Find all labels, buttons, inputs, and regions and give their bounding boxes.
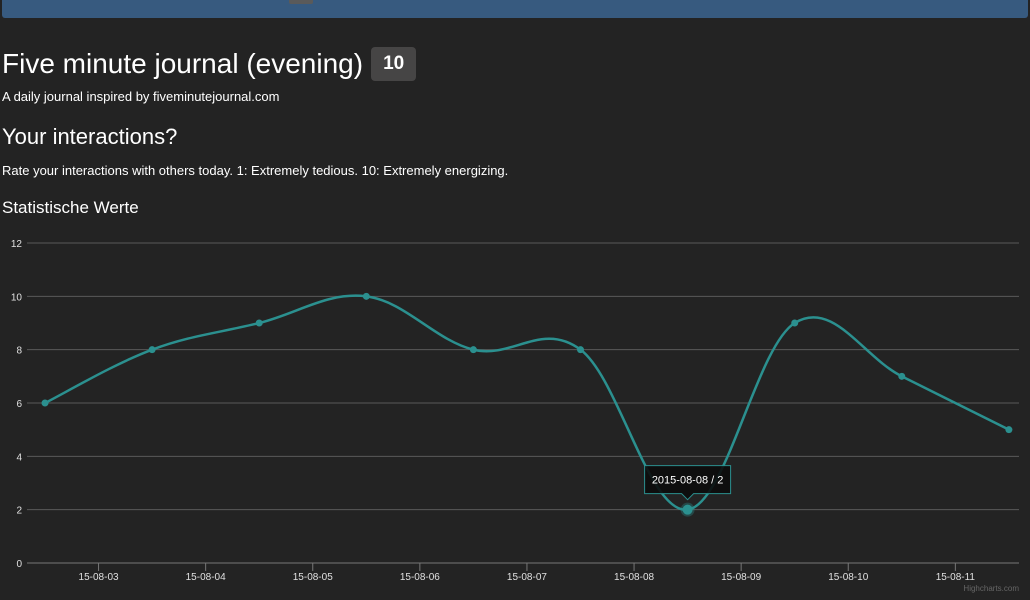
y-tick-label: 8 <box>16 346 22 357</box>
data-point[interactable] <box>898 372 906 380</box>
y-tick-label: 2 <box>16 506 22 517</box>
y-tick-label: 10 <box>11 292 23 303</box>
credits-link[interactable]: Highcharts.com <box>963 584 1019 593</box>
data-point[interactable] <box>255 319 263 327</box>
y-tick-label: 4 <box>16 452 22 463</box>
data-point[interactable] <box>148 346 156 354</box>
x-tick-label: 15-08-10 <box>828 572 868 583</box>
x-tick-label: 15-08-11 <box>936 572 976 583</box>
data-point[interactable] <box>682 504 693 515</box>
x-tick-label: 15-08-08 <box>614 572 654 583</box>
x-tick-label: 15-08-06 <box>400 572 440 583</box>
data-point[interactable] <box>791 319 799 327</box>
tooltip-text: 2015-08-08 / 2 <box>652 475 724 487</box>
x-tick-label: 15-08-09 <box>721 572 761 583</box>
data-point[interactable] <box>1005 426 1013 434</box>
data-point[interactable] <box>469 346 477 354</box>
data-point[interactable] <box>41 399 49 407</box>
data-point[interactable] <box>362 292 370 300</box>
line-chart: 0 2 4 6 8 10 12 15-08-03 15-08-04 15-08-05 15-08-0… <box>11 239 1019 593</box>
x-tick-label: 15-08-03 <box>79 572 119 583</box>
x-tick-label: 15-08-07 <box>507 572 547 583</box>
data-point[interactable] <box>577 346 584 354</box>
y-tick-label: 6 <box>16 399 22 410</box>
x-tick-label: 15-08-05 <box>293 572 333 583</box>
y-tick-label: 0 <box>16 559 22 570</box>
x-tick-label: 15-08-04 <box>186 572 226 583</box>
y-tick-label: 12 <box>11 239 23 250</box>
